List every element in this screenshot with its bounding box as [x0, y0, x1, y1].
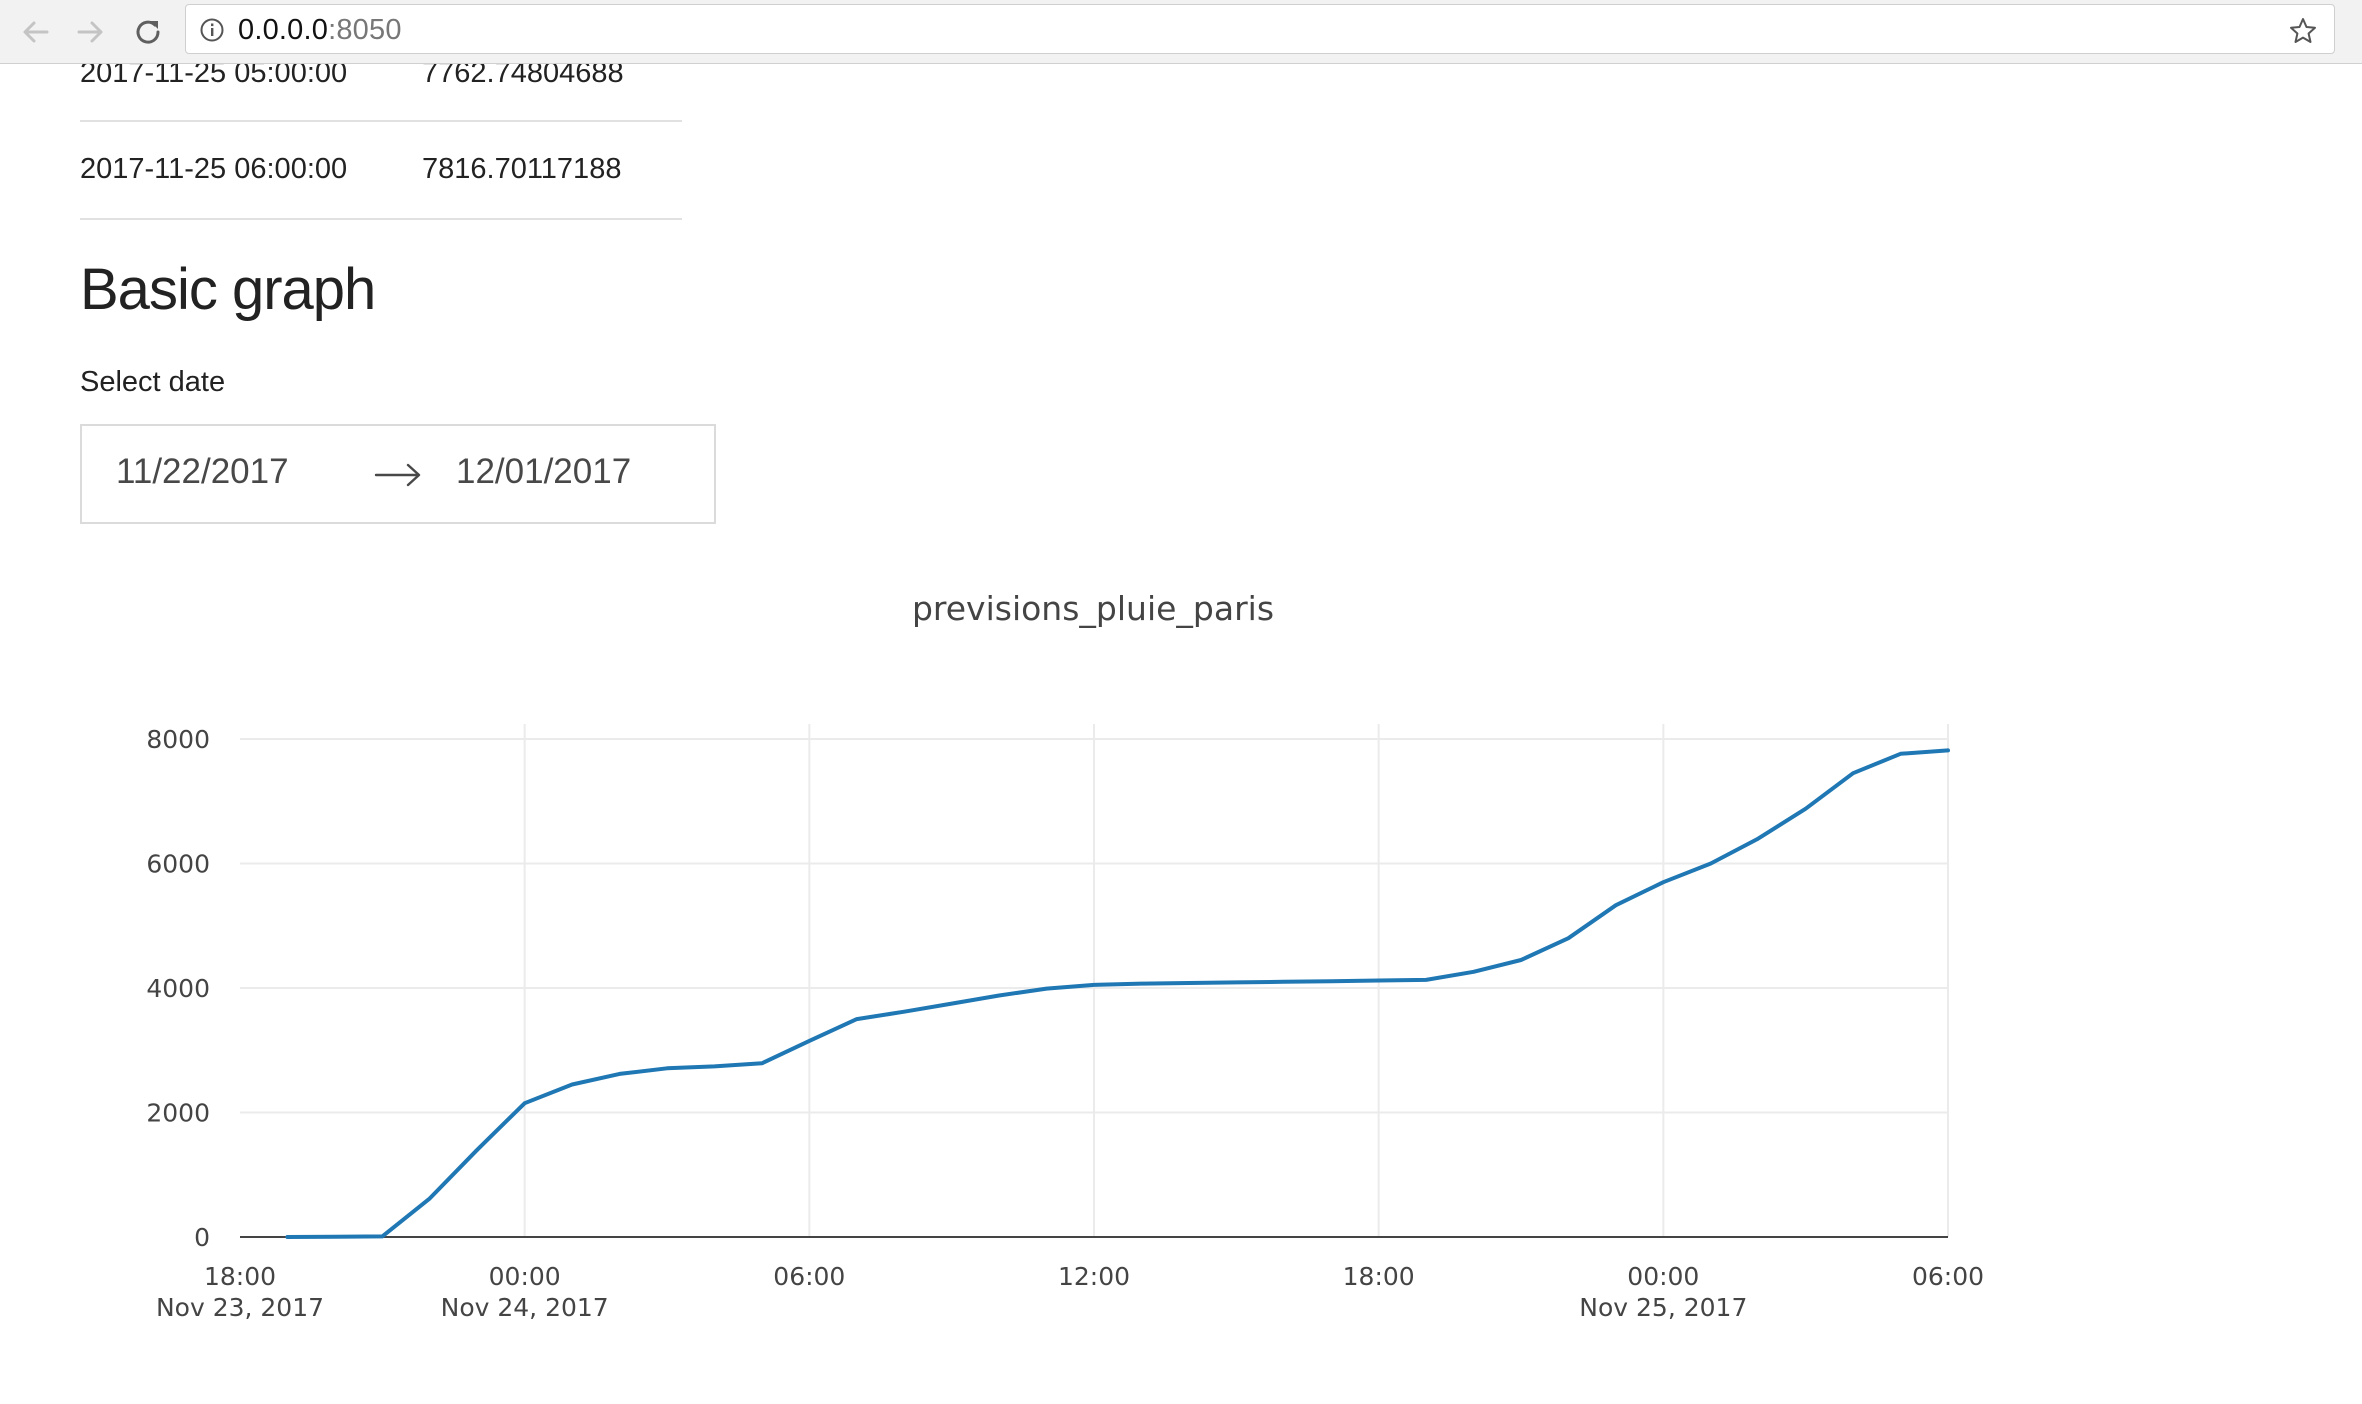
chart-series[interactable]: [285, 748, 1950, 1239]
y-tick-label: 2000: [146, 1099, 210, 1128]
browser-toolbar: 0.0.0.0:8050: [0, 0, 2362, 64]
y-tick-label: 6000: [146, 850, 210, 879]
x-tick-label: 00:00: [489, 1262, 561, 1291]
chart-axes: 0200040006000800018:00Nov 23, 201700:00N…: [146, 725, 1984, 1322]
y-tick-label: 0: [194, 1223, 210, 1252]
address-bar[interactable]: 0.0.0.0:8050: [185, 4, 2335, 54]
x-tick-label: 06:00: [773, 1262, 845, 1291]
y-tick-label: 8000: [146, 725, 210, 754]
x-tick-date-label: Nov 25, 2017: [1579, 1293, 1747, 1322]
x-tick-label: 18:00: [1343, 1262, 1415, 1291]
reload-icon: [136, 20, 160, 44]
star-icon[interactable]: [2288, 16, 2318, 46]
back-arrow-icon: [23, 21, 49, 43]
series-line[interactable]: [285, 748, 1950, 1239]
back-button[interactable]: [14, 10, 58, 54]
x-tick-label: 06:00: [1912, 1262, 1984, 1291]
y-tick-label: 4000: [146, 974, 210, 1003]
x-tick-label: 00:00: [1627, 1262, 1699, 1291]
chart-grid: [240, 724, 1949, 1237]
x-tick-label: 12:00: [1058, 1262, 1130, 1291]
reload-button[interactable]: [126, 10, 170, 54]
x-tick-date-label: Nov 23, 2017: [156, 1293, 324, 1322]
forward-arrow-icon: [77, 21, 103, 43]
chart-title: previsions_pluie_paris: [912, 589, 1274, 628]
url-host: 0.0.0.0: [238, 14, 329, 46]
page-content: 2017-11-25 05:00:00 7762.74804688 2017-1…: [0, 64, 2362, 1404]
url-port: :8050: [328, 14, 402, 46]
line-chart[interactable]: 0200040006000800018:00Nov 23, 201700:00N…: [0, 64, 2362, 1404]
x-tick-label: 18:00: [204, 1262, 276, 1291]
url-text[interactable]: 0.0.0.0:8050: [238, 14, 402, 46]
forward-button[interactable]: [68, 10, 112, 54]
info-icon[interactable]: [199, 17, 225, 43]
x-tick-date-label: Nov 24, 2017: [441, 1293, 609, 1322]
